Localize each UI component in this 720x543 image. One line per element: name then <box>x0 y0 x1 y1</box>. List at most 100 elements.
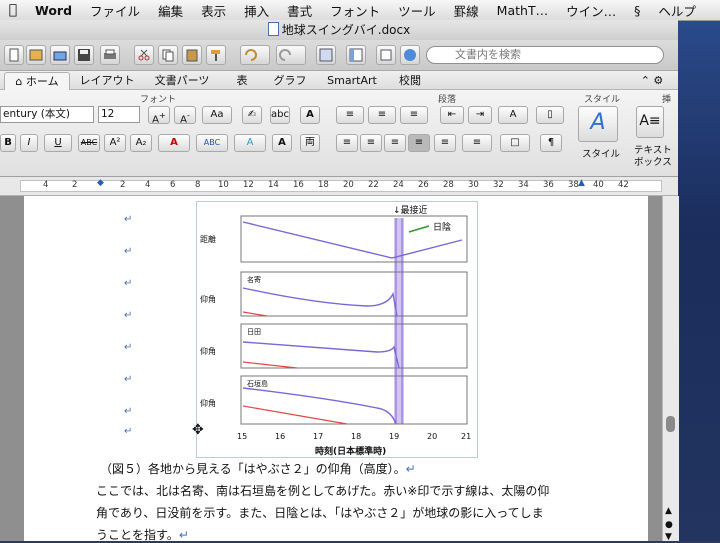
decrease-indent-icon[interactable]: ⇤ <box>440 106 464 124</box>
ruler-number: 28 <box>443 180 454 190</box>
document-page[interactable]: ↵ ↵ ↵ ↵ ↵ ↵ ↵ ↵ ↓最接近 日陰 距離 仰角 仰角 仰角 名寄 日… <box>24 196 648 542</box>
panel-label-elevation: 仰角 <box>200 347 216 356</box>
distributed-icon[interactable]: ≡ <box>434 134 456 152</box>
scroll-thumb[interactable] <box>666 416 675 432</box>
elevation-chart <box>240 215 468 425</box>
bullets-icon[interactable]: ≡ <box>336 106 364 124</box>
ruler-number: 24 <box>393 180 404 190</box>
textbox-icon[interactable]: A≡ <box>636 106 664 138</box>
highlight-icon[interactable]: ABC <box>196 134 228 152</box>
ribbon-options-icon[interactable]: ⌃ ⚙ <box>632 72 672 89</box>
align-right-icon[interactable]: ≡ <box>384 134 406 152</box>
align-left-icon[interactable]: ≡ <box>336 134 358 152</box>
vertical-scrollbar[interactable]: ▲ ● ▼ <box>662 196 679 542</box>
font-name-select[interactable]: entury (本文) <box>0 106 94 123</box>
italic-icon[interactable]: I <box>20 134 38 152</box>
styles-gallery-icon[interactable]: A <box>578 106 618 142</box>
menu-help[interactable]: ヘルプ <box>649 1 705 20</box>
grow-font-icon[interactable]: A+ <box>148 106 170 125</box>
tab-layout[interactable]: レイアウト <box>74 72 140 89</box>
nayoro-sun-curve <box>242 311 268 317</box>
menu-tools[interactable]: ツール <box>389 1 445 20</box>
apple-menu-icon[interactable]:  <box>0 2 26 18</box>
cut-icon[interactable] <box>134 45 154 65</box>
right-indent-marker-icon[interactable]: ▲ <box>578 178 585 188</box>
app-menu[interactable]: Word <box>26 3 81 18</box>
menu-file[interactable]: ファイル <box>81 1 149 20</box>
menu-insert[interactable]: 挿入 <box>235 1 278 20</box>
strikethrough-icon[interactable]: ABC <box>78 134 100 152</box>
numbering-icon[interactable]: ≡ <box>368 106 396 124</box>
ruler-number: 34 <box>518 180 529 190</box>
sort-icon[interactable]: A <box>498 106 528 124</box>
menu-mathtype[interactable]: MathT… <box>488 3 557 18</box>
navigation-pane-icon[interactable] <box>316 45 336 65</box>
tab-review[interactable]: 校閲 <box>390 72 430 89</box>
line-spacing-icon[interactable]: ≡ <box>462 134 492 152</box>
paragraph-mark: ↵ <box>124 342 133 353</box>
subscript-icon[interactable]: A₂ <box>130 134 152 152</box>
align-center-icon[interactable]: ≡ <box>360 134 382 152</box>
tab-smartart[interactable]: SmartArt <box>320 72 384 89</box>
font-color-icon[interactable]: A <box>158 134 190 152</box>
menu-view[interactable]: 表示 <box>192 1 235 20</box>
help-icon[interactable] <box>400 45 420 65</box>
columns-icon[interactable]: ▯ <box>536 106 564 124</box>
clear-formatting-icon[interactable]: ✍ <box>242 106 262 124</box>
zoom-icon[interactable] <box>376 45 396 65</box>
standard-toolbar: 文書内を検索 <box>0 40 678 71</box>
previous-page-icon[interactable]: ▲ <box>665 506 672 516</box>
tab-home-label: ホーム <box>25 75 59 88</box>
ruler-number: 4 <box>43 180 49 190</box>
menu-format[interactable]: 書式 <box>278 1 321 20</box>
panel-tag-ishigaki: 石垣島 <box>247 380 268 388</box>
script-menu-icon[interactable]: § <box>625 3 649 18</box>
increase-indent-icon[interactable]: ⇥ <box>468 106 492 124</box>
copy-icon[interactable] <box>158 45 178 65</box>
font-size-select[interactable]: 12 <box>98 106 140 123</box>
shrink-font-icon[interactable]: A- <box>174 106 196 125</box>
paragraph-marks-icon[interactable]: ¶ <box>540 134 562 152</box>
menu-font[interactable]: フォント <box>321 1 389 20</box>
tab-home[interactable]: ⌂ ホーム <box>4 72 70 90</box>
menu-table[interactable]: 罫線 <box>445 1 488 20</box>
character-shading-icon[interactable]: A <box>272 134 292 152</box>
tab-document-elements[interactable]: 文書パーツ <box>146 72 218 89</box>
paragraph-mark: ↵ <box>405 462 416 476</box>
horizontal-ruler[interactable]: ◆ ▲ 4 2 2 4 6 8 10 12 14 16 18 20 22 24 … <box>0 177 678 196</box>
save-icon[interactable] <box>74 45 94 65</box>
multilevel-list-icon[interactable]: ≡ <box>400 106 428 124</box>
open-folder-icon[interactable] <box>50 45 70 65</box>
eclipse-label: 日陰 <box>433 223 452 233</box>
menu-window[interactable]: ウイン… <box>557 1 625 20</box>
gallery-icon[interactable] <box>26 45 46 65</box>
enclosed-character-icon[interactable]: 両 <box>300 134 320 152</box>
phonetic-guide-icon[interactable]: abc <box>270 106 290 124</box>
underline-icon[interactable]: U <box>44 134 72 152</box>
figure-image[interactable]: ↓最接近 日陰 距離 仰角 仰角 仰角 名寄 日田 石垣島 15 16 17 1… <box>196 201 478 458</box>
borders-icon[interactable]: □ <box>500 134 530 152</box>
search-input[interactable]: 文書内を検索 <box>426 46 664 64</box>
tab-charts[interactable]: グラフ <box>266 72 314 89</box>
character-border-icon[interactable]: A <box>300 106 320 124</box>
tab-tables[interactable]: 表 <box>224 72 260 89</box>
group-paragraph-label: 段落 <box>438 95 457 105</box>
bold-icon[interactable]: B <box>0 134 16 152</box>
indent-marker-icon[interactable]: ◆ <box>97 178 104 188</box>
undo-icon[interactable] <box>240 45 270 65</box>
desktop-background <box>676 20 720 541</box>
print-icon[interactable] <box>100 45 120 65</box>
menu-edit[interactable]: 編集 <box>149 1 192 20</box>
browse-object-icon[interactable]: ● <box>665 520 673 530</box>
redo-icon[interactable] <box>276 45 306 65</box>
ishigaki-elevation-curve <box>242 387 397 425</box>
paste-icon[interactable] <box>182 45 202 65</box>
new-document-icon[interactable] <box>4 45 24 65</box>
sidebar-toggle-icon[interactable] <box>346 45 366 65</box>
change-case-icon[interactable]: Aa <box>202 106 232 124</box>
text-effects-icon[interactable]: A <box>234 134 266 152</box>
ruler-number: 20 <box>343 180 354 190</box>
format-painter-icon[interactable] <box>206 45 226 65</box>
justify-icon[interactable]: ≡ <box>408 134 430 152</box>
superscript-icon[interactable]: A² <box>104 134 126 152</box>
